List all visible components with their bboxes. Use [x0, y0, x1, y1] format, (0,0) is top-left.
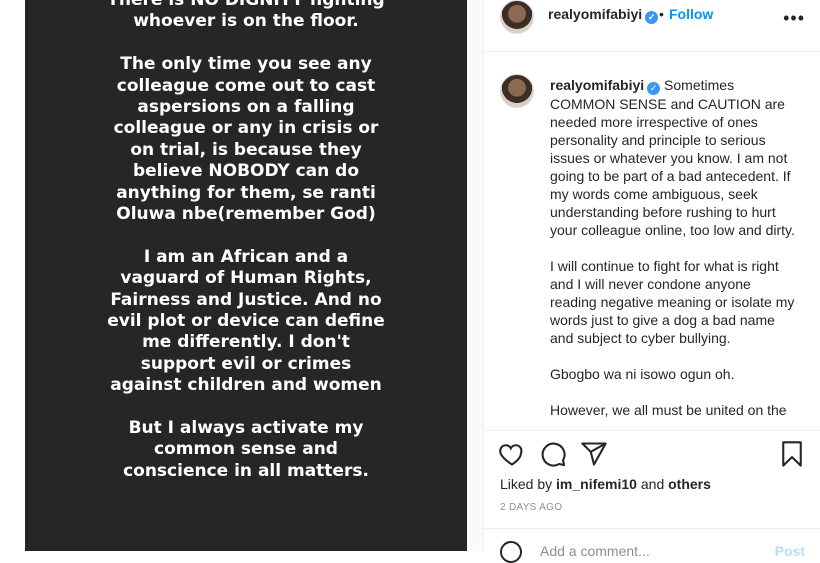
verified-icon: ✓: [645, 11, 659, 24]
heart-icon[interactable]: [498, 440, 526, 468]
avatar[interactable]: [500, 0, 534, 34]
liked-by-others[interactable]: others: [668, 476, 711, 492]
caption-paragraph-1: realyomifabiyi ✓ Sometimes COMMON SENSE a…: [550, 76, 800, 239]
likes-prefix: Liked by: [500, 476, 557, 492]
separator-dot: •: [659, 6, 664, 22]
caption-paragraph-3: Gbogbo wa ni isowo ogun oh.: [550, 366, 735, 382]
story-paragraph-1: There is NO DIGNITY fighting whoever is …: [107, 0, 385, 32]
story-paragraph-3: I am an African and a vaguard of Human R…: [107, 246, 385, 396]
post-button[interactable]: Post: [775, 543, 805, 559]
comment-input[interactable]: Add a comment...: [540, 543, 650, 559]
comment-bar: Add a comment... Post: [484, 528, 820, 563]
emoji-icon[interactable]: [500, 541, 522, 563]
story-text: There is NO DIGNITY fighting whoever is …: [25, 0, 467, 504]
post-side-panel: realyomifabiyi ✓ • Follow ••• realyomifab…: [483, 0, 820, 563]
liked-by-user[interactable]: im_nifemi10: [556, 476, 637, 492]
likes-summary: Liked by im_nifemi10 and others: [500, 476, 711, 492]
share-icon[interactable]: [580, 440, 608, 468]
media-divider: [467, 0, 483, 551]
header-username[interactable]: realyomifabiyi ✓: [548, 6, 659, 24]
caption-text: realyomifabiyi ✓ Sometimes COMMON SENSE a…: [550, 76, 800, 430]
story-paragraph-4: But I always activate my common sense an…: [123, 418, 369, 481]
caption-username[interactable]: realyomifabiyi: [550, 77, 644, 93]
follow-button[interactable]: Follow: [669, 6, 713, 22]
header-username-text[interactable]: realyomifabiyi: [548, 6, 642, 22]
post-header: realyomifabiyi ✓ • Follow •••: [484, 0, 820, 52]
caption-body-1: Sometimes COMMON SENSE and CAUTION are n…: [550, 77, 795, 238]
left-margin: [0, 0, 25, 551]
story-paragraph-2: The only time you see any colleague come…: [113, 54, 379, 225]
more-options-icon[interactable]: •••: [783, 8, 805, 29]
caption-paragraph-4: However, we all must be united on the: [550, 402, 787, 418]
bookmark-icon[interactable]: [778, 440, 806, 468]
caption-scroll-area[interactable]: realyomifabiyi ✓ Sometimes COMMON SENSE a…: [484, 52, 820, 430]
likes-middle: and: [636, 476, 669, 492]
story-image: There is NO DIGNITY fighting whoever is …: [25, 0, 467, 551]
comment-icon[interactable]: [539, 440, 567, 468]
post-date[interactable]: 2 DAYS AGO: [500, 502, 562, 513]
caption-paragraph-2: I will continue to fight for what is rig…: [550, 258, 795, 346]
actions-divider: [484, 430, 820, 431]
caption-avatar[interactable]: [500, 74, 534, 108]
caption-verified-icon: ✓: [647, 82, 661, 95]
